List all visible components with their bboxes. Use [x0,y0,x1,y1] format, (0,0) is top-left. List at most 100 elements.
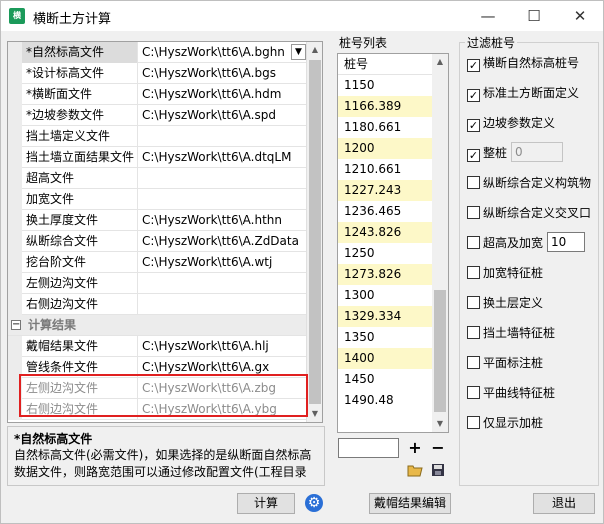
checkbox[interactable] [467,266,480,279]
property-row[interactable]: *自然标高文件 C:\HyszWork\tt6\A.bghn ▼ [8,42,308,63]
property-label: 管线条件文件 [22,357,138,378]
property-value[interactable]: C:\HyszWork\tt6\A.spd [139,105,308,126]
row-margin [8,126,22,147]
property-row[interactable]: 右侧边沟文件 C:\HyszWork\tt6\A.ybg [8,399,308,420]
property-value[interactable] [139,126,308,147]
property-value[interactable] [139,273,308,294]
scroll-thumb[interactable] [434,290,446,412]
scroll-down-arrow-icon[interactable]: ▼ [432,416,448,432]
calculate-button[interactable]: 计算 [237,493,295,514]
checkbox[interactable] [467,176,480,189]
collapse-icon[interactable]: − [11,320,21,330]
scroll-down-arrow-icon[interactable]: ▼ [307,406,322,422]
property-value[interactable]: C:\HyszWork\tt6\A.gx [139,357,308,378]
property-value[interactable]: C:\HyszWork\tt6\A.bgs [139,63,308,84]
checkbox-label: 仅显示加桩 [483,416,544,430]
whole-station-interval-field[interactable]: 0 [511,142,563,162]
category-header-results[interactable]: − 计算结果 [8,315,308,336]
station-list[interactable]: 桩号 1150 1166.389 1180.661 1200 1210.661 1227.… [337,53,449,433]
close-button[interactable]: ✕ [557,1,603,31]
property-value[interactable]: C:\HyszWork\tt6\A.ybg [139,399,308,420]
filter-checkbox-row[interactable]: 挡土墙特征桩 [467,325,555,343]
scroll-up-arrow-icon[interactable]: ▲ [307,42,322,58]
property-row[interactable]: 挡土墙立面结果文件 C:\HyszWork\tt6\A.dtqLM [8,147,308,168]
property-value[interactable]: C:\HyszWork\tt6\A.ZdData [139,231,308,252]
filter-checkbox-row[interactable]: 超高及加宽 [467,235,543,253]
property-value[interactable]: C:\HyszWork\tt6\A.wtj [139,252,308,273]
save-icon[interactable] [429,463,447,481]
filter-checkbox-row[interactable]: ✓ 横断自然标高桩号 [467,55,579,73]
checkbox[interactable] [467,416,480,429]
main-window: 横 横断土方计算 — ☐ ✕ *自然标高文件 C:\HyszWork\tt6\A.… [0,0,604,524]
exit-button[interactable]: 退出 [533,493,595,514]
checkbox[interactable]: ✓ [467,89,480,102]
filter-checkbox-row[interactable]: ✓ 整桩 [467,145,507,163]
property-row[interactable]: 左侧边沟文件 C:\HyszWork\tt6\A.zbg [8,378,308,399]
description-title: *自然标高文件 [14,432,93,446]
station-list-scrollbar[interactable]: ▲ ▼ [432,54,448,432]
property-grid-scrollbar[interactable]: ▲ ▼ [306,42,322,422]
property-value[interactable]: C:\HyszWork\tt6\A.hlj [139,336,308,357]
scroll-up-arrow-icon[interactable]: ▲ [432,54,448,70]
property-value[interactable] [139,189,308,210]
property-row[interactable]: 换土厚度文件 C:\HyszWork\tt6\A.hthn [8,210,308,231]
filter-checkbox-row[interactable]: 加宽特征桩 [467,265,543,283]
filter-checkbox-row[interactable]: 平曲线特征桩 [467,385,555,403]
maximize-button[interactable]: ☐ [511,1,557,31]
scroll-thumb[interactable] [309,60,321,404]
property-row[interactable]: 左侧边沟文件 [8,273,308,294]
property-value[interactable] [139,168,308,189]
checkbox[interactable] [467,386,480,399]
station-input[interactable] [338,438,399,458]
checkbox[interactable] [467,206,480,219]
property-value[interactable]: C:\HyszWork\tt6\A.zbg [139,378,308,399]
filter-checkbox-row[interactable]: 纵断综合定义构筑物 [467,175,591,193]
remove-station-button[interactable]: − [429,439,447,457]
filter-checkbox-row[interactable]: ✓ 边坡参数定义 [467,115,555,133]
property-row[interactable]: 加宽文件 [8,189,308,210]
edit-results-button[interactable]: 戴帽结果编辑 [369,493,451,514]
checkbox[interactable] [467,326,480,339]
property-row[interactable]: 挖台阶文件 C:\HyszWork\tt6\A.wtj [8,252,308,273]
property-value[interactable]: C:\HyszWork\tt6\A.dtqLM [139,147,308,168]
property-row[interactable]: 管线条件文件 C:\HyszWork\tt6\A.gx [8,357,308,378]
property-value[interactable]: C:\HyszWork\tt6\A.hthn [139,210,308,231]
property-label: 左侧边沟文件 [22,273,138,294]
property-description-panel: *自然标高文件 自然标高文件(必需文件)，如果选择的是纵断面自然标高数据文件，则… [7,426,325,486]
checkbox-label: 加宽特征桩 [483,266,544,280]
gear-icon[interactable]: ⚙ [305,494,323,512]
property-label: *边坡参数文件 [22,105,138,126]
superelevation-value-field[interactable]: 10 [547,232,585,252]
filter-checkbox-row[interactable]: ✓ 标准土方断面定义 [467,85,579,103]
minimize-button[interactable]: — [465,1,511,31]
add-station-button[interactable]: + [406,439,424,457]
property-value[interactable] [139,294,308,315]
filter-checkbox-row[interactable]: 仅显示加桩 [467,415,543,433]
row-margin [8,357,22,378]
property-value[interactable]: C:\HyszWork\tt6\A.hdm [139,84,308,105]
filter-checkbox-row[interactable]: 换土层定义 [467,295,543,313]
property-row[interactable]: 超高文件 [8,168,308,189]
property-value[interactable]: C:\HyszWork\tt6\A.bghn [139,42,308,63]
property-row[interactable]: *设计标高文件 C:\HyszWork\tt6\A.bgs [8,63,308,84]
checkbox[interactable] [467,356,480,369]
row-margin [8,336,22,357]
filter-checkbox-row[interactable]: 纵断综合定义交叉口 [467,205,591,223]
app-icon: 横 [9,8,25,24]
property-row[interactable]: *横断面文件 C:\HyszWork\tt6\A.hdm [8,84,308,105]
property-row[interactable]: 戴帽结果文件 C:\HyszWork\tt6\A.hlj [8,336,308,357]
property-row[interactable]: 挡土墙定义文件 [8,126,308,147]
property-label: 右侧边沟文件 [22,294,138,315]
filter-checkbox-row[interactable]: 平面标注桩 [467,355,543,373]
checkbox[interactable]: ✓ [467,59,480,72]
checkbox[interactable]: ✓ [467,119,480,132]
dropdown-arrow-icon[interactable]: ▼ [291,44,306,60]
checkbox[interactable] [467,296,480,309]
open-folder-icon[interactable] [406,463,424,481]
checkbox[interactable] [467,236,480,249]
property-row[interactable]: 纵断综合文件 C:\HyszWork\tt6\A.ZdData [8,231,308,252]
property-row[interactable]: 右侧边沟文件 [8,294,308,315]
property-row[interactable]: *边坡参数文件 C:\HyszWork\tt6\A.spd [8,105,308,126]
checkbox[interactable]: ✓ [467,149,480,162]
property-label: 纵断综合文件 [22,231,138,252]
